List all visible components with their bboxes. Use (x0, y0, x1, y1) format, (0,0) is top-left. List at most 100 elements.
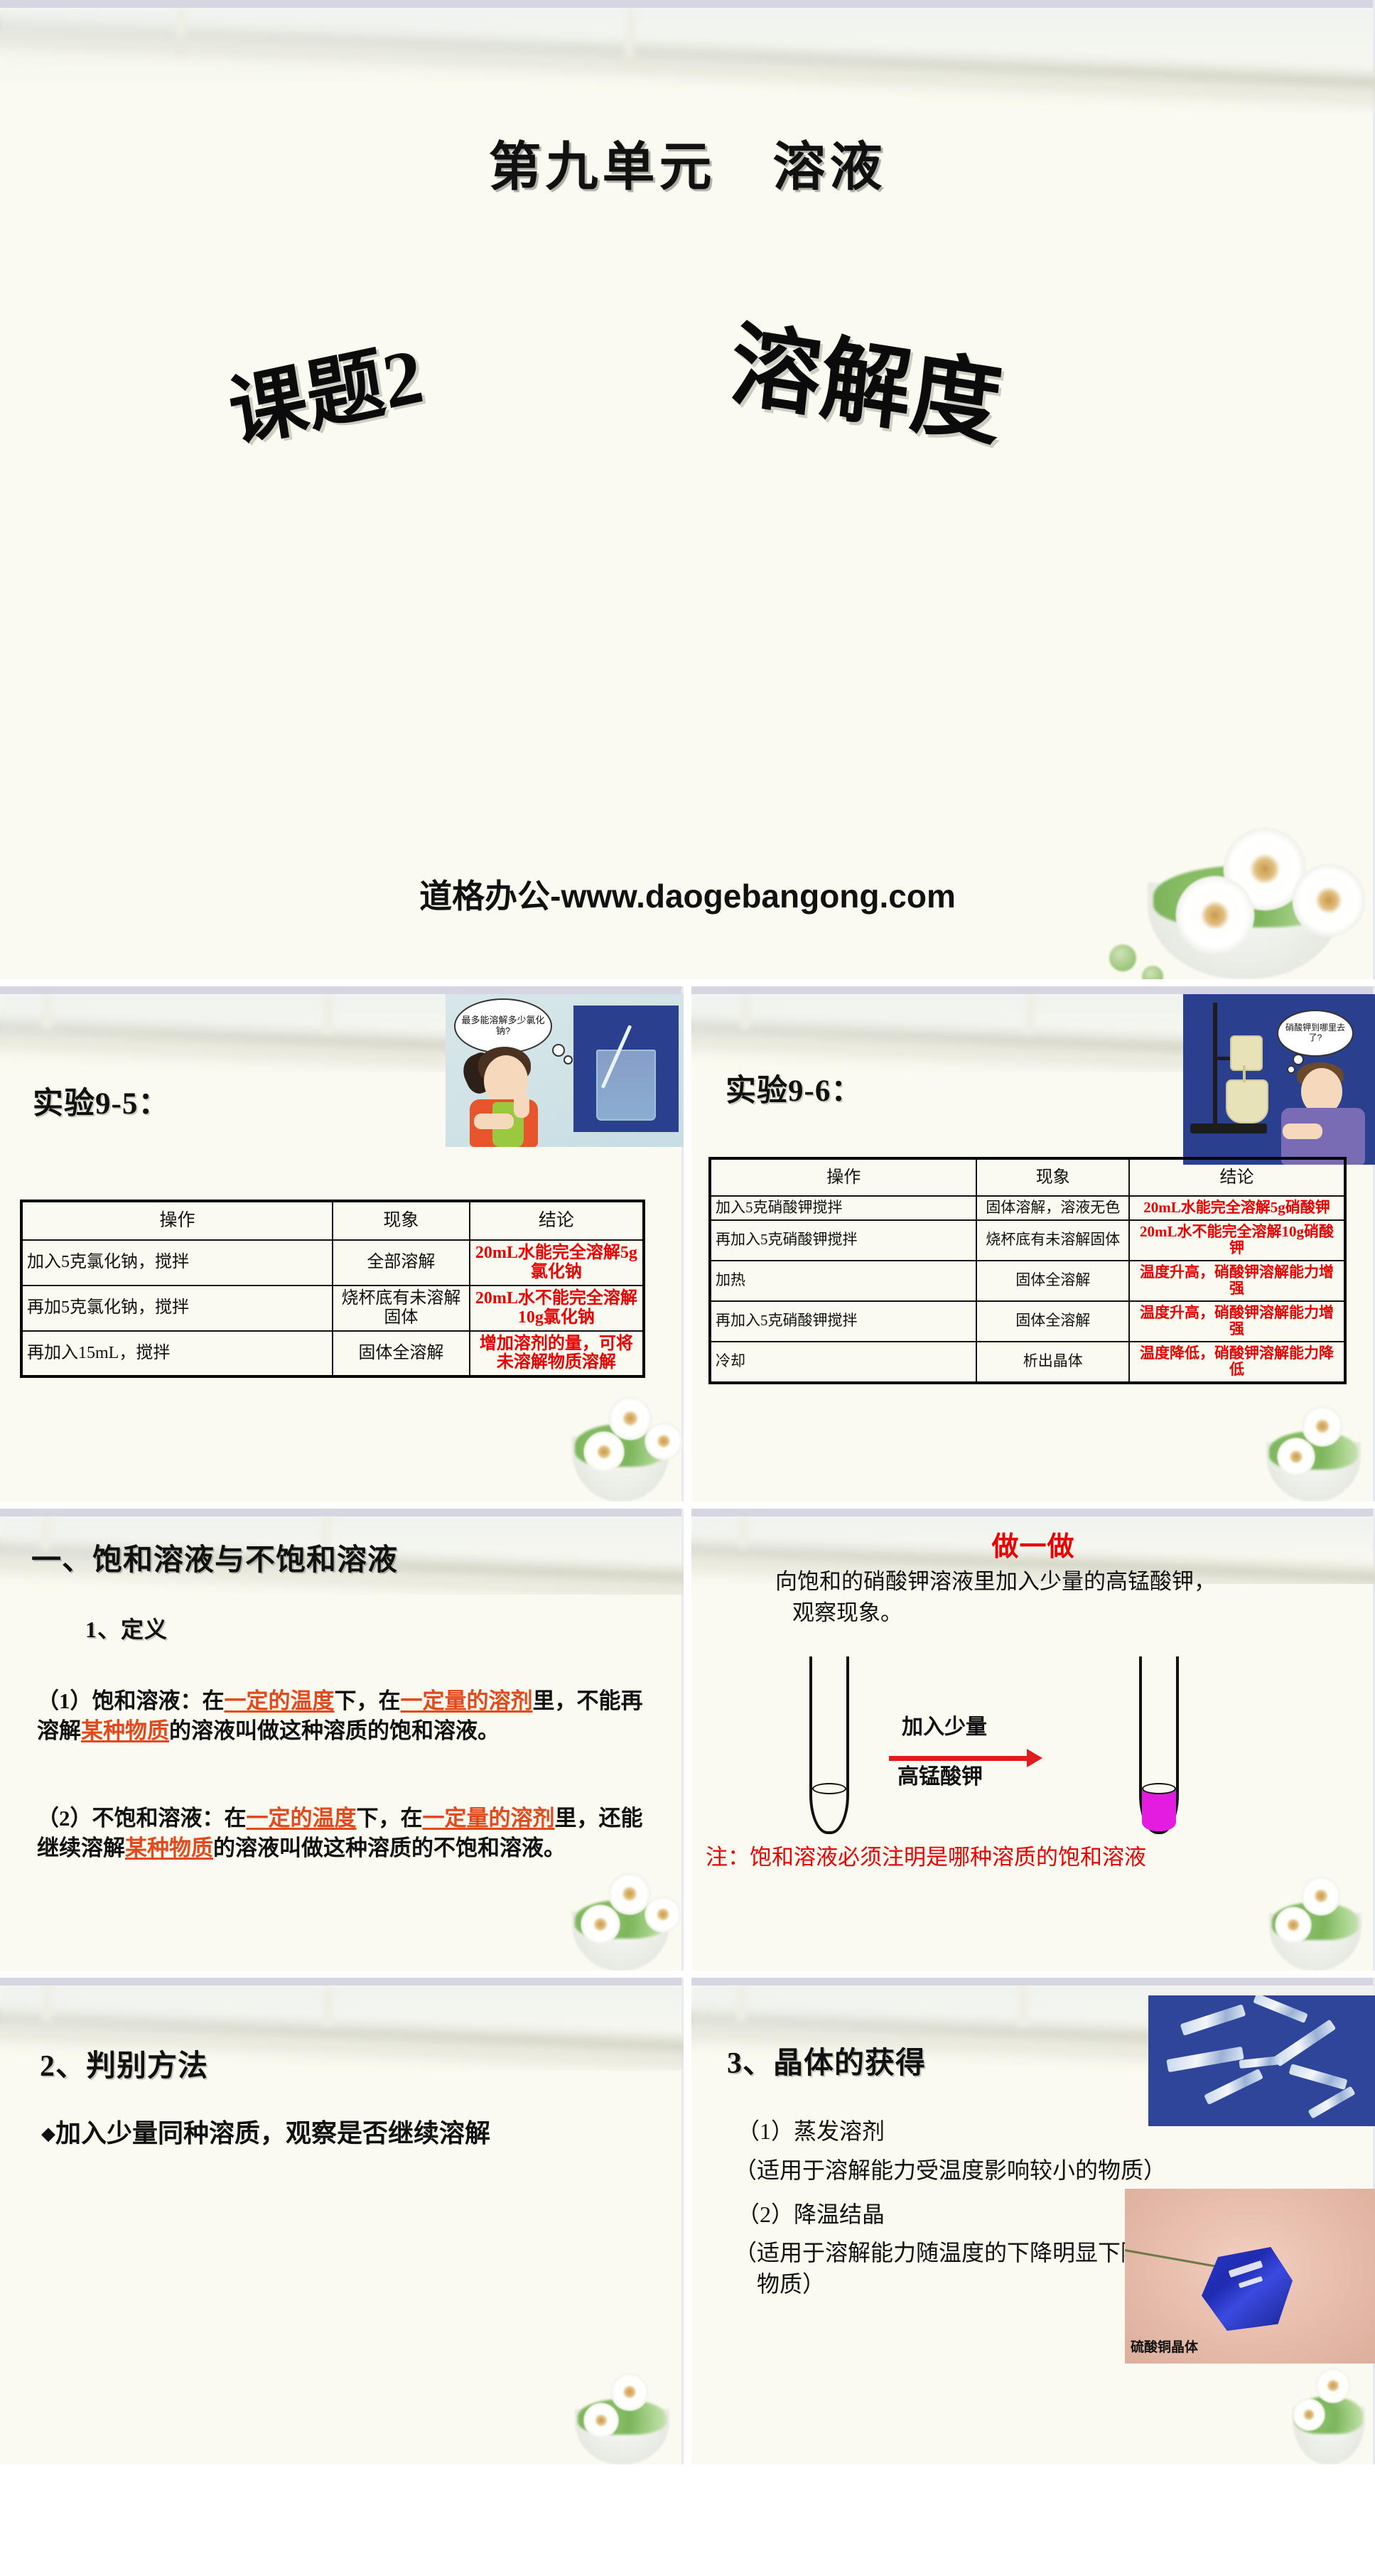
slide-deck: 第九单元 溶液 课题2 溶解度 道格办公-www.daogebangong.co… (0, 0, 1375, 2464)
cell-conclusion: 20mL水不能完全溶解10g硝酸钾 (1128, 1219, 1346, 1261)
def-highlight-temperature: 一定的温度 (246, 1806, 357, 1831)
definition-saturated: （1）饱和溶液：在一定的温度下，在一定量的溶剂里，不能再溶解某种物质的溶液叫做这… (37, 1686, 652, 1745)
def-highlight-solvent: 一定量的溶剂 (400, 1688, 533, 1713)
def-highlight-solvent: 一定量的溶剂 (422, 1806, 555, 1831)
cell-operation: 再加入15mL，搅拌 (21, 1330, 333, 1378)
photo-crystals (1148, 1995, 1375, 2126)
table-header-row: 操作 现象 结论 (21, 1200, 645, 1241)
cell-phenomenon: 固体溶解，溶液无色 (976, 1195, 1131, 1221)
arrow-label-bottom: 高锰酸钾 (897, 1765, 983, 1789)
transform-arrow-head (1027, 1749, 1042, 1767)
sub-heading: 1、定义 (85, 1617, 168, 1642)
photo-caption: 硫酸铜晶体 (1131, 2340, 1199, 2355)
cell-operation: 加入5克硝酸钾搅拌 (708, 1195, 978, 1221)
decor-flower-bowl (1274, 2361, 1375, 2464)
table-row: 再加5克氯化钠，搅拌 烧杯底有未溶解固体 20mL水不能完全溶解10g氯化钠 (21, 1284, 645, 1332)
cell-operation: 加入5克氯化钠，搅拌 (21, 1239, 333, 1286)
slide-saturated-definitions: 一、饱和溶液与不饱和溶液 1、定义 （1）饱和溶液：在一定的温度下，在一定量的溶… (0, 1509, 684, 1971)
decor-flower-bowl (551, 2365, 684, 2464)
slide-do-it-demo: 做一做 向饱和的硝酸钾溶液里加入少量的高锰酸钾， 观察现象。 加入少量 高锰酸钾… (691, 1509, 1375, 1971)
arrow-label-top: 加入少量 (902, 1715, 987, 1739)
col-header-phenomenon: 现象 (332, 1200, 470, 1241)
table-row: 加入5克硝酸钾搅拌 固体溶解，溶液无色 20mL水能完全溶解5g硝酸钾 (708, 1195, 1346, 1221)
table-row: 加热 固体全溶解 温度升高，硝酸钾溶解能力增强 (708, 1259, 1346, 1302)
decor-flower-bowl (547, 1384, 684, 1502)
cell-phenomenon: 固体全溶解 (332, 1330, 470, 1378)
method-2-note-line-2: 物质） (734, 2271, 826, 2297)
def-highlight-substance: 某种物质 (81, 1718, 169, 1743)
section-heading: 2、判别方法 (40, 2050, 209, 2083)
cell-operation: 再加5克氯化钠，搅拌 (21, 1284, 333, 1332)
cell-operation: 加热 (708, 1259, 978, 1302)
transform-arrow (889, 1756, 1028, 1761)
def-highlight-substance: 某种物质 (125, 1835, 213, 1860)
slide-experiment-9-5: 实验9-5： 最多能溶解多少氯化钠? 操作 现象 结论 加入5克氯化钠，搅拌 全… (0, 986, 684, 1502)
experiment-label: 实验9-6： (726, 1074, 863, 1108)
clipart-girl-thinking: 最多能溶解多少氯化钠? (446, 994, 684, 1147)
def-tail: 的溶液叫做这种溶质的饱和溶液。 (169, 1718, 500, 1743)
cell-conclusion: 温度降低，硝酸钾溶解能力降低 (1128, 1340, 1346, 1384)
cell-conclusion: 增加溶剂的量，可将未溶解物质溶解 (468, 1330, 645, 1378)
def-mid: 下，在 (334, 1688, 401, 1713)
table-row: 再加入5克硝酸钾搅拌 烧杯底有未溶解固体 20mL水不能完全溶解10g硝酸钾 (708, 1219, 1346, 1261)
cell-conclusion: 温度升高，硝酸钾溶解能力增强 (1128, 1300, 1346, 1342)
slide-top-band (0, 0, 1375, 8)
method-1-note: （适用于溶解能力受温度影响较小的物质） (734, 2157, 1167, 2183)
tube-meniscus (1142, 1783, 1176, 1794)
method-2-title: （2）降温结晶 (737, 2202, 885, 2227)
cell-operation: 再加入5克硝酸钾搅拌 (708, 1219, 978, 1261)
speech-bubble-text: 硝酸钾到哪里去了? (1285, 1023, 1345, 1042)
bullet-item: ◆加入少量同种溶质，观察是否继续溶解 (41, 2116, 490, 2150)
def-lead: （1）饱和溶液：在 (37, 1688, 225, 1713)
cell-conclusion: 20mL水不能完全溶解10g氯化钠 (468, 1284, 645, 1332)
saturation-note: 注：饱和溶液必须注明是哪种溶质的饱和溶液 (706, 1845, 1146, 1870)
clipart-man-thinking: 硝酸钾到哪里去了? (1183, 994, 1375, 1165)
experiment-9-6-table: 操作 现象 结论 加入5克硝酸钾搅拌 固体溶解，溶液无色 20mL水能完全溶解5… (708, 1157, 1347, 1384)
slide-judgement-method: 2、判别方法 ◆加入少量同种溶质，观察是否继续溶解 (0, 1978, 684, 2464)
slide-experiment-9-6: 实验9-6： 硝酸钾到哪里去了? 操作 现象 结论 加入5克硝酸钾搅拌 固体溶解… (691, 986, 1375, 1502)
ceiling-rail-photo (0, 8, 1375, 114)
speech-bubble-man: 硝酸钾到哪里去了? (1277, 1010, 1354, 1057)
cell-operation: 再加入5克硝酸钾搅拌 (708, 1300, 978, 1342)
slide-title: 第九单元 溶液 课题2 溶解度 道格办公-www.daogebangong.co… (0, 0, 1375, 979)
decor-flower-bowl (1246, 1868, 1375, 1971)
cell-conclusion: 20mL水能完全溶解5g硝酸钾 (1128, 1195, 1346, 1221)
speech-bubble-girl: 最多能溶解多少氯化钠? (454, 998, 552, 1054)
tube-meniscus (812, 1783, 846, 1794)
section-heading: 3、晶体的获得 (727, 2047, 927, 2080)
wordart-topic: 课题2 溶解度 (0, 313, 1375, 512)
cell-phenomenon: 烧杯底有未溶解固体 (976, 1219, 1131, 1261)
cell-conclusion: 温度升高，硝酸钾溶解能力增强 (1128, 1259, 1346, 1302)
cell-conclusion: 20mL水能完全溶解5g氯化钠 (468, 1239, 645, 1286)
cell-phenomenon: 烧杯底有未溶解固体 (332, 1284, 470, 1332)
table-header-row: 操作 现象 结论 (708, 1158, 1346, 1197)
table-row: 加入5克氯化钠，搅拌 全部溶解 20mL水能完全溶解5g氯化钠 (21, 1239, 645, 1286)
test-tube-after (1139, 1656, 1179, 1834)
decor-flower-bowl (547, 1864, 684, 1971)
cell-phenomenon: 全部溶解 (332, 1239, 470, 1286)
col-header-conclusion: 结论 (468, 1200, 645, 1241)
photo-copper-sulfate-crystal: 硫酸铜晶体 (1125, 2189, 1375, 2364)
def-highlight-temperature: 一定的温度 (224, 1688, 335, 1713)
cell-operation: 冷却 (708, 1340, 978, 1384)
def-tail: 的溶液叫做这种溶质的不饱和溶液。 (213, 1835, 566, 1860)
cell-phenomenon: 析出晶体 (976, 1340, 1131, 1384)
experiment-9-5-table: 操作 现象 结论 加入5克氯化钠，搅拌 全部溶解 20mL水能完全溶解5g氯化钠… (20, 1200, 645, 1379)
col-header-phenomenon: 现象 (976, 1158, 1131, 1197)
definition-unsaturated: （2）不饱和溶液：在一定的温度下，在一定量的溶剂里，还能继续溶解某种物质的溶液叫… (37, 1804, 652, 1863)
section-heading: 一、饱和溶液与不饱和溶液 (31, 1544, 399, 1577)
wordart-topic-left: 课题2 (223, 331, 429, 458)
section-heading: 做一做 (991, 1532, 1075, 1562)
tube-liquid (1142, 1790, 1176, 1831)
table-row: 再加入5克硝酸钾搅拌 固体全溶解 温度升高，硝酸钾溶解能力增强 (708, 1300, 1346, 1342)
bullet-text: 加入少量同种溶质，观察是否继续溶解 (55, 2119, 491, 2147)
decor-flower-bowl (1242, 1395, 1375, 1502)
page-title: 第九单元 溶液 (488, 139, 887, 197)
def-lead: （2）不饱和溶液：在 (37, 1806, 247, 1831)
cell-phenomenon: 固体全溶解 (976, 1259, 1131, 1302)
method-1-title: （1）蒸发溶剂 (737, 2118, 885, 2144)
experiment-label: 实验9-5： (33, 1087, 170, 1121)
watermark-url: 道格办公-www.daogebangong.com (419, 878, 956, 915)
cell-phenomenon: 固体全溶解 (976, 1300, 1131, 1342)
col-header-conclusion: 结论 (1128, 1158, 1346, 1197)
